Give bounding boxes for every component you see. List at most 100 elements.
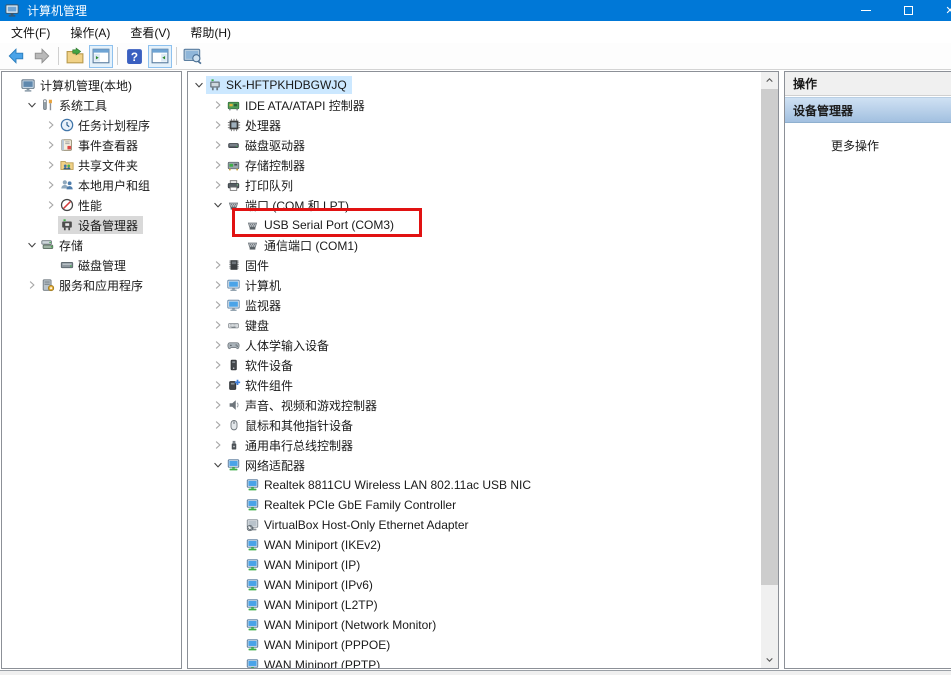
chevron-right-icon[interactable] bbox=[211, 258, 225, 272]
chevron-down-icon[interactable] bbox=[211, 198, 225, 212]
console-tree-row[interactable]: 共享文件夹 bbox=[2, 155, 181, 175]
device-tree-row[interactable]: 磁盘驱动器 bbox=[188, 135, 778, 155]
chevron-down-icon[interactable] bbox=[211, 458, 225, 472]
more-actions-button[interactable]: 更多操作 bbox=[831, 137, 951, 154]
device-tree-item[interactable]: 处理器 bbox=[225, 116, 286, 134]
console-tree-item[interactable]: 服务和应用程序 bbox=[39, 276, 148, 294]
device-tree-row[interactable]: SK-HFTPKHDBGWJQ bbox=[188, 75, 778, 95]
device-tree-row[interactable]: VirtualBox Host-Only Ethernet Adapter bbox=[188, 515, 778, 535]
device-tree-item[interactable]: 端口 (COM 和 LPT) bbox=[225, 196, 354, 214]
device-tree-item[interactable]: 鼠标和其他指针设备 bbox=[225, 416, 358, 434]
device-tree-item[interactable]: 网络适配器 bbox=[225, 456, 310, 474]
help-button[interactable]: ? bbox=[122, 45, 146, 68]
device-tree-row[interactable]: 计算机 bbox=[188, 275, 778, 295]
chevron-right-icon[interactable] bbox=[211, 418, 225, 432]
show-action-pane-button[interactable] bbox=[148, 44, 172, 68]
console-tree-item[interactable]: 系统工具 bbox=[39, 96, 112, 114]
device-tree-row[interactable]: 软件设备 bbox=[188, 355, 778, 375]
chevron-right-icon[interactable] bbox=[211, 398, 225, 412]
console-tree-row[interactable]: 计算机管理(本地) bbox=[2, 75, 181, 95]
device-tree-item[interactable]: WAN Miniport (PPTP) bbox=[244, 656, 385, 668]
device-tree-item[interactable]: 存储控制器 bbox=[225, 156, 310, 174]
console-tree-item[interactable]: 共享文件夹 bbox=[58, 156, 143, 174]
device-tree-item[interactable]: IDE ATA/ATAPI 控制器 bbox=[225, 96, 370, 114]
chevron-right-icon[interactable] bbox=[211, 138, 225, 152]
chevron-right-icon[interactable] bbox=[44, 138, 58, 152]
device-tree-row[interactable]: 键盘 bbox=[188, 315, 778, 335]
device-tree-item[interactable]: Realtek PCIe GbE Family Controller bbox=[244, 496, 461, 514]
device-tree-row[interactable]: WAN Miniport (PPPOE) bbox=[188, 635, 778, 655]
menu-help[interactable]: 帮助(H) bbox=[180, 21, 241, 44]
device-tree-item[interactable]: WAN Miniport (IP) bbox=[244, 556, 365, 574]
device-tree-item[interactable]: 软件设备 bbox=[225, 356, 298, 374]
chevron-right-icon[interactable] bbox=[211, 438, 225, 452]
device-tree-row[interactable]: 固件 bbox=[188, 255, 778, 275]
device-tree-row[interactable]: 软件组件 bbox=[188, 375, 778, 395]
device-tree-row[interactable]: WAN Miniport (IPv6) bbox=[188, 575, 778, 595]
chevron-right-icon[interactable] bbox=[44, 158, 58, 172]
device-tree-item[interactable]: 打印队列 bbox=[225, 176, 298, 194]
device-tree-row[interactable]: USB Serial Port (COM3) bbox=[188, 215, 778, 235]
console-tree-row[interactable]: 性能 bbox=[2, 195, 181, 215]
device-tree-row[interactable]: WAN Miniport (IP) bbox=[188, 555, 778, 575]
device-tree-item[interactable]: Realtek 8811CU Wireless LAN 802.11ac USB… bbox=[244, 476, 536, 494]
chevron-right-icon[interactable] bbox=[211, 358, 225, 372]
chevron-right-icon[interactable] bbox=[211, 178, 225, 192]
device-tree-row[interactable]: WAN Miniport (Network Monitor) bbox=[188, 615, 778, 635]
show-console-tree-button[interactable] bbox=[89, 44, 113, 68]
chevron-down-icon[interactable] bbox=[25, 98, 39, 112]
chevron-right-icon[interactable] bbox=[211, 98, 225, 112]
device-tree-item[interactable]: VirtualBox Host-Only Ethernet Adapter bbox=[244, 516, 474, 534]
console-tree-item[interactable]: 事件查看器 bbox=[58, 136, 143, 154]
console-tree-item[interactable]: 计算机管理(本地) bbox=[20, 76, 137, 94]
device-tree-item[interactable]: 固件 bbox=[225, 256, 274, 274]
console-tree-item[interactable]: 存储 bbox=[39, 236, 88, 254]
chevron-right-icon[interactable] bbox=[211, 118, 225, 132]
device-tree-item[interactable]: WAN Miniport (Network Monitor) bbox=[244, 616, 441, 634]
chevron-right-icon[interactable] bbox=[44, 178, 58, 192]
device-tree-item[interactable]: 声音、视频和游戏控制器 bbox=[225, 396, 382, 414]
scroll-down-button[interactable] bbox=[761, 651, 778, 668]
console-tree-row[interactable]: 事件查看器 bbox=[2, 135, 181, 155]
vertical-scrollbar[interactable] bbox=[761, 72, 778, 668]
device-tree-item[interactable]: WAN Miniport (L2TP) bbox=[244, 596, 383, 614]
device-tree-item[interactable]: 通信端口 (COM1) bbox=[244, 236, 363, 254]
console-tree-item[interactable]: 任务计划程序 bbox=[58, 116, 155, 134]
console-tree-row[interactable]: 磁盘管理 bbox=[2, 255, 181, 275]
device-tree-item[interactable]: 人体学输入设备 bbox=[225, 336, 334, 354]
device-tree-row[interactable]: 通信端口 (COM1) bbox=[188, 235, 778, 255]
device-tree-row[interactable]: WAN Miniport (IKEv2) bbox=[188, 535, 778, 555]
device-tree-item[interactable]: WAN Miniport (IPv6) bbox=[244, 576, 378, 594]
chevron-right-icon[interactable] bbox=[211, 158, 225, 172]
device-tree-row[interactable]: Realtek PCIe GbE Family Controller bbox=[188, 495, 778, 515]
device-tree-row[interactable]: WAN Miniport (PPTP) bbox=[188, 655, 778, 668]
menu-view[interactable]: 查看(V) bbox=[120, 21, 180, 44]
device-tree-row[interactable]: 声音、视频和游戏控制器 bbox=[188, 395, 778, 415]
device-tree-row[interactable]: IDE ATA/ATAPI 控制器 bbox=[188, 95, 778, 115]
menu-file[interactable]: 文件(F) bbox=[1, 21, 60, 44]
console-tree-row[interactable]: 任务计划程序 bbox=[2, 115, 181, 135]
device-tree-item[interactable]: WAN Miniport (PPPOE) bbox=[244, 636, 395, 654]
device-tree-item[interactable]: SK-HFTPKHDBGWJQ bbox=[206, 76, 352, 94]
console-tree-row[interactable]: 存储 bbox=[2, 235, 181, 255]
device-tree-row[interactable]: 监视器 bbox=[188, 295, 778, 315]
device-tree-row[interactable]: 网络适配器 bbox=[188, 455, 778, 475]
chevron-right-icon[interactable] bbox=[211, 338, 225, 352]
console-tree-row[interactable]: 设备管理器 bbox=[2, 215, 181, 235]
chevron-down-icon[interactable] bbox=[25, 238, 39, 252]
device-tree-item[interactable]: WAN Miniport (IKEv2) bbox=[244, 536, 386, 554]
device-tree-item[interactable]: 键盘 bbox=[225, 316, 274, 334]
device-tree-row[interactable]: 存储控制器 bbox=[188, 155, 778, 175]
device-tree-row[interactable]: 鼠标和其他指针设备 bbox=[188, 415, 778, 435]
chevron-right-icon[interactable] bbox=[211, 378, 225, 392]
chevron-right-icon[interactable] bbox=[25, 278, 39, 292]
console-tree-item[interactable]: 性能 bbox=[58, 196, 107, 214]
device-tree-row[interactable]: Realtek 8811CU Wireless LAN 802.11ac USB… bbox=[188, 475, 778, 495]
chevron-right-icon[interactable] bbox=[44, 198, 58, 212]
scroll-up-button[interactable] bbox=[761, 72, 778, 89]
new-window-button[interactable] bbox=[181, 45, 205, 68]
console-tree-row[interactable]: 系统工具 bbox=[2, 95, 181, 115]
device-tree-row[interactable]: 打印队列 bbox=[188, 175, 778, 195]
forward-arrow-button[interactable] bbox=[30, 45, 54, 68]
back-arrow-button[interactable] bbox=[4, 45, 28, 68]
